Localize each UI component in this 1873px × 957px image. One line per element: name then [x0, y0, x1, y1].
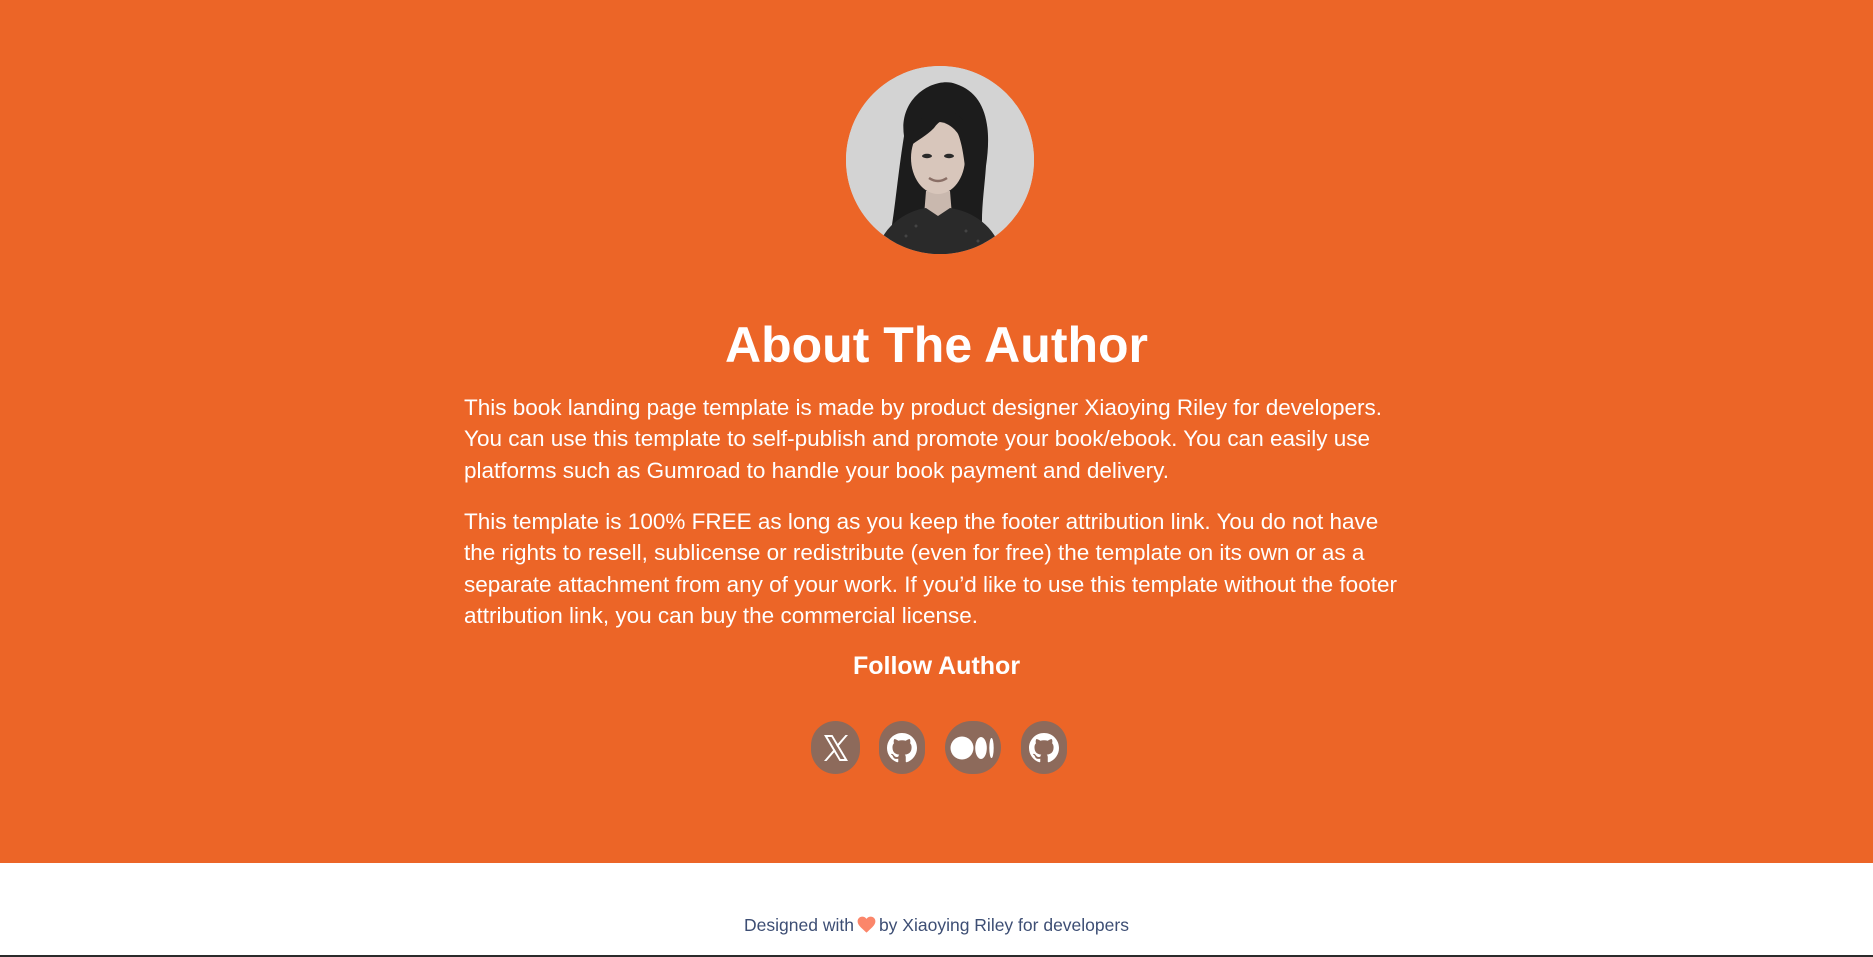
- footer-text-before: Designed with: [744, 915, 854, 935]
- heart-icon: [857, 916, 876, 938]
- author-credit-link[interactable]: by Xiaoying Riley for developers: [879, 915, 1129, 935]
- social-link-x[interactable]: [811, 721, 860, 774]
- x-icon: [820, 732, 852, 764]
- medium-icon: [950, 735, 996, 761]
- about-paragraph-1: This book landing page template is made …: [464, 395, 1383, 483]
- social-link-github-2[interactable]: [1021, 721, 1067, 774]
- author-photo: [846, 66, 1034, 254]
- github-icon: [1029, 732, 1059, 763]
- author-avatar: [846, 66, 1034, 254]
- footer-attribution: Designed with by Xiaoying Riley for devel…: [0, 914, 1873, 938]
- footer: [0, 863, 1873, 955]
- follow-author-heading: Follow Author: [852, 652, 1021, 680]
- social-links: [0, 721, 1873, 775]
- about-paragraph-2: This template is 100% FREE as long as yo…: [464, 509, 1397, 628]
- about-author-section: About The Author This book landing page …: [0, 0, 1873, 863]
- social-link-github[interactable]: [879, 721, 925, 774]
- about-title: About The Author: [724, 317, 1149, 373]
- social-link-medium[interactable]: [945, 721, 1001, 774]
- github-icon: [887, 732, 917, 763]
